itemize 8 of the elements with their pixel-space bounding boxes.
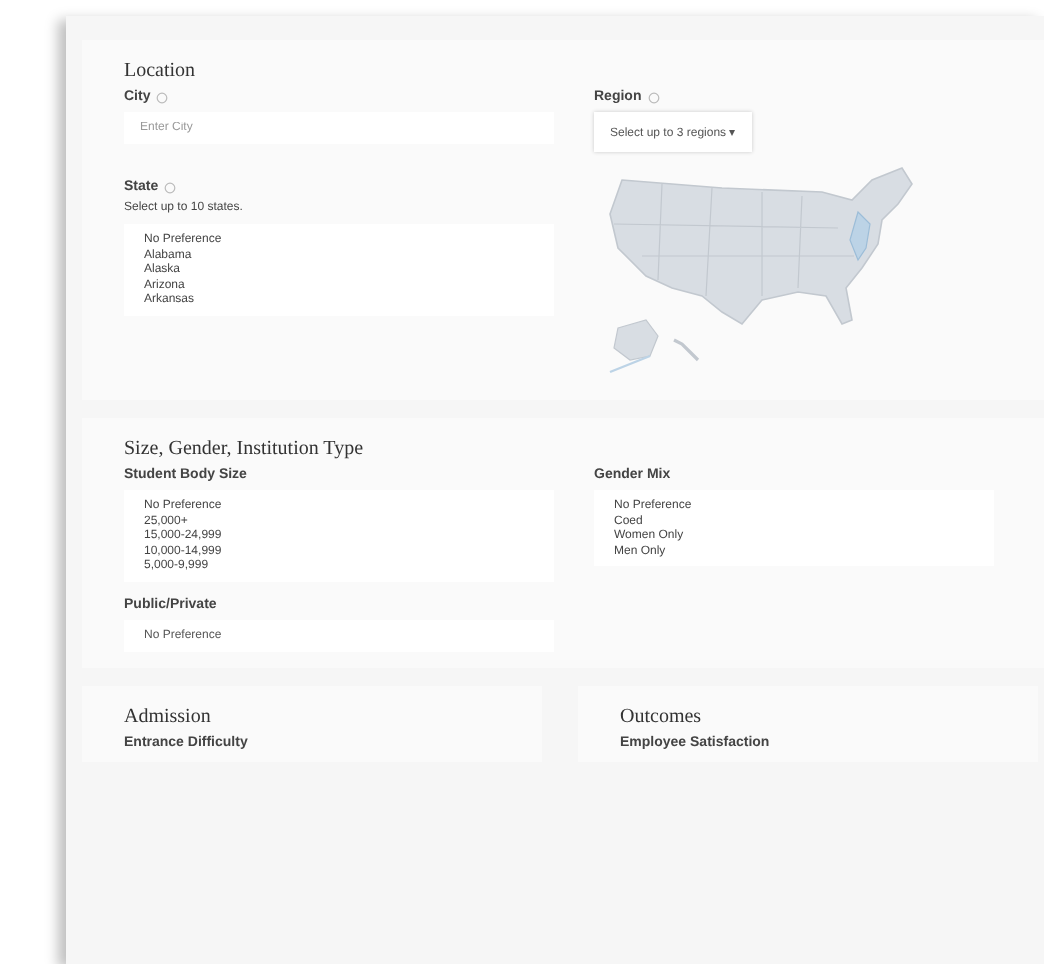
section-title: Outcomes xyxy=(620,705,704,727)
info-icon[interactable] xyxy=(164,181,177,193)
section-title: Admission xyxy=(124,705,213,727)
section-title: Location xyxy=(124,60,198,82)
info-icon[interactable] xyxy=(647,91,660,103)
us-map-drawing[interactable] xyxy=(609,167,913,374)
info-icon[interactable] xyxy=(156,91,169,103)
section-title: Size, Gender, Institution Type xyxy=(124,438,366,460)
